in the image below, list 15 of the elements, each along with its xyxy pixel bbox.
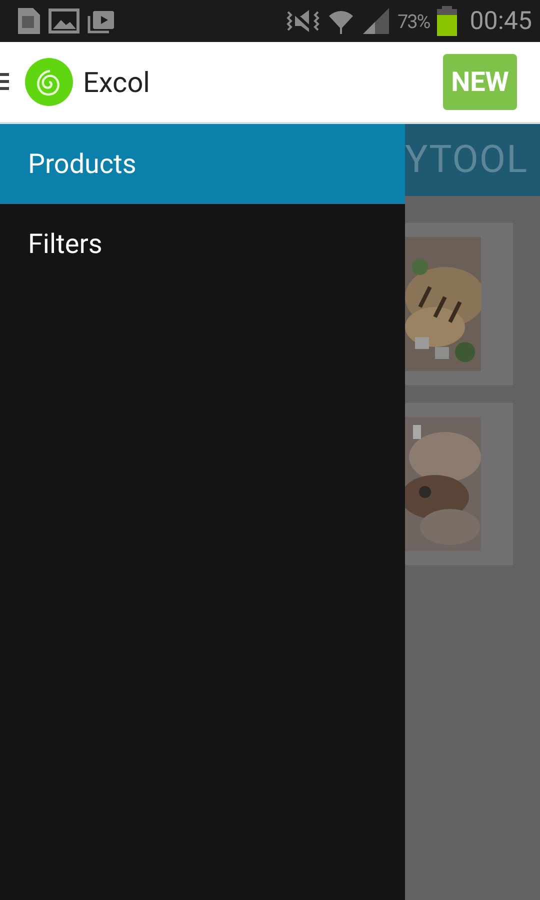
battery-percent: 73% xyxy=(397,10,430,32)
mute-icon xyxy=(285,8,322,34)
drawer-item[interactable]: Products xyxy=(0,124,405,204)
spiral-logo-icon xyxy=(25,58,73,106)
clock: 00:45 xyxy=(470,6,532,36)
sim-card-icon xyxy=(16,7,42,35)
battery-icon xyxy=(436,6,458,36)
product-card[interactable] xyxy=(405,223,513,385)
menu-icon[interactable] xyxy=(0,71,9,93)
header-text: YTOOL xyxy=(405,138,528,182)
image-icon xyxy=(48,7,80,35)
app-title: Excol xyxy=(83,66,150,98)
product-card[interactable] xyxy=(405,403,513,565)
signal-icon xyxy=(361,7,392,35)
drawer-item[interactable]: Filters xyxy=(0,204,405,284)
